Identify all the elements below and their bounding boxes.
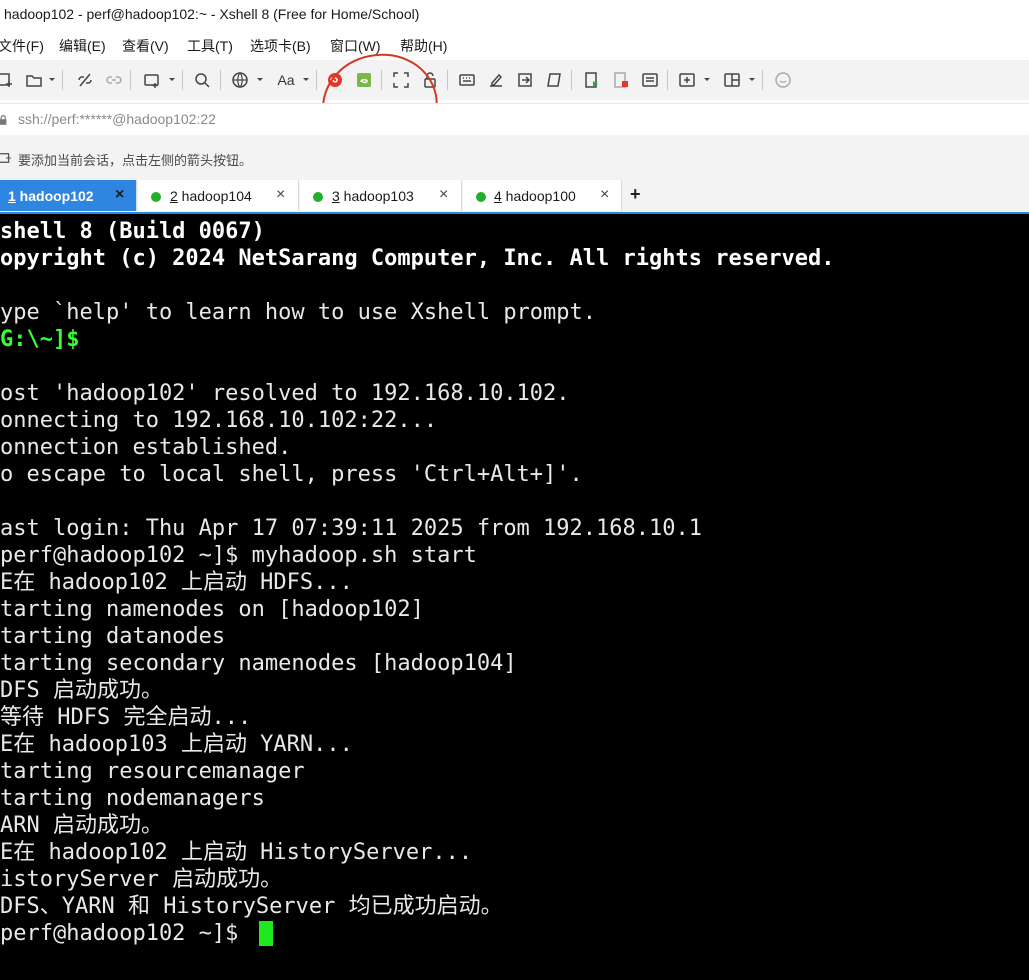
terminal-line: DFS 启动成功。 [0,678,163,703]
terminal-line: tarting datanodes [0,624,226,649]
menu-tabs[interactable]: 选项卡(B) [250,36,311,56]
menu-help[interactable]: 帮助(H) [400,36,447,56]
disconnect-icon[interactable] [73,68,97,92]
terminal-line: tarting secondary namenodes [hadoop104] [0,651,517,676]
add-panel-icon[interactable] [675,68,699,92]
terminal-line: opyright (c) 2024 NetSarang Computer, In… [0,246,835,271]
tab-hadoop102[interactable]: 1 hadoop102 × [0,180,137,211]
chat-icon[interactable] [771,68,795,92]
open-dropdown-icon[interactable] [48,68,56,92]
new-window-dropdown-icon[interactable] [168,68,176,92]
terminal-line: onnection established. [0,435,292,460]
layout-icon[interactable] [720,68,744,92]
window-titlebar: hadoop102 - perf@hadoop102:~ - Xshell 8 … [0,0,1029,30]
lock-icon[interactable] [418,68,442,92]
address-bar[interactable]: ssh://perf:******@hadoop102:22 [0,103,1029,136]
tab-label: 2 hadoop104 [170,188,252,204]
status-dot-icon [476,192,486,202]
address-input[interactable]: ssh://perf:******@hadoop102:22 [18,111,216,127]
session-hint-text: 要添加当前会话，点击左侧的箭头按钮。 [18,153,253,168]
terminal-line: o escape to local shell, press 'Ctrl+Alt… [0,462,583,487]
terminal-line: 等待 HDFS 完全启动... [0,705,252,730]
new-window-icon[interactable] [140,68,164,92]
compose-icon[interactable] [484,68,508,92]
terminal-cursor [259,921,273,946]
tab-close-icon[interactable]: × [439,186,448,204]
terminal-line: tarting resourcemanager [0,759,305,784]
address-lock-icon [0,113,8,131]
window-title: hadoop102 - perf@hadoop102:~ - Xshell 8 … [4,6,420,22]
log-icon[interactable] [609,68,633,92]
tab-close-icon[interactable]: × [115,186,124,204]
tab-label: 3 hadoop103 [332,188,414,204]
status-dot-icon [313,192,323,202]
tab-label: 4 hadoop100 [494,188,576,204]
terminal-output[interactable]: shell 8 (Build 0067) opyright (c) 2024 Ne… [0,214,1029,980]
tab-close-icon[interactable]: × [600,186,609,204]
new-tab-button[interactable]: + [630,184,641,205]
terminal-line: E在 hadoop102 上启动 HDFS... [0,570,353,595]
menu-tools[interactable]: 工具(T) [187,36,233,56]
search-icon[interactable] [190,68,214,92]
menu-view[interactable]: 查看(V) [122,36,169,56]
globe-icon[interactable] [228,68,252,92]
terminal-line: E在 hadoop103 上启动 YARN... [0,732,353,757]
terminal-line: E在 hadoop102 上启动 HistoryServer... [0,840,473,865]
menu-edit[interactable]: 编辑(E) [59,36,106,56]
keyboard-icon[interactable] [455,68,479,92]
menu-file[interactable]: 文件(F) [0,36,44,56]
menu-bar: 文件(F) 编辑(E) 查看(V) 工具(T) 选项卡(B) 窗口(W) 帮助(… [0,30,1029,60]
terminal-line: onnecting to 192.168.10.102:22... [0,408,438,433]
xftp-icon[interactable] [323,68,347,92]
new-session-icon[interactable] [0,68,16,92]
status-dot-icon [151,192,161,202]
terminal-line: DFS、YARN 和 HistoryServer 均已成功启动。 [0,894,503,919]
add-panel-dropdown-icon[interactable] [703,68,711,92]
session-hint-bar: 要添加当前会话，点击左侧的箭头按钮。 [0,135,1029,179]
terminal-line: istoryServer 启动成功。 [0,867,283,892]
send-icon[interactable] [513,68,537,92]
font-icon[interactable]: Aa [273,68,299,92]
toolbar: Aa [0,60,1029,100]
reconnect-icon[interactable] [102,68,126,92]
tab-close-icon[interactable]: × [276,186,285,204]
font-dropdown-icon[interactable] [302,68,310,92]
notes-icon[interactable] [638,68,662,92]
terminal-line: tarting namenodes on [hadoop102] [0,597,424,622]
tab-hadoop103[interactable]: 3 hadoop103 × [300,180,462,211]
terminal-line: ARN 启动成功。 [0,813,163,838]
terminal-line: ast login: Thu Apr 17 07:39:11 2025 from… [0,516,702,541]
terminal-line: perf@hadoop102 ~]$ myhadoop.sh start [0,543,477,568]
script-icon[interactable] [542,68,566,92]
terminal-line: ost 'hadoop102' resolved to 192.168.10.1… [0,381,570,406]
terminal-line: perf@hadoop102 ~]$ [0,921,252,946]
tab-label: 1 hadoop102 [8,188,94,204]
menu-window[interactable]: 窗口(W) [330,36,381,56]
terminal-line: shell 8 (Build 0067) [0,219,265,244]
terminal-line: G:\~]$ [0,327,80,352]
globe-dropdown-icon[interactable] [256,68,264,92]
fullscreen-icon[interactable] [389,68,413,92]
tab-hadoop100[interactable]: 4 hadoop100 × [463,180,622,211]
layout-dropdown-icon[interactable] [748,68,756,92]
terminal-line: tarting nodemanagers [0,786,265,811]
add-session-arrow-icon[interactable] [0,151,12,169]
session-tabs: 1 hadoop102 × 2 hadoop104 × 3 hadoop103 … [0,179,1029,212]
tab-hadoop104[interactable]: 2 hadoop104 × [138,180,299,211]
xftp-green-icon[interactable] [352,68,376,92]
terminal-line: ype `help' to learn how to use Xshell pr… [0,300,597,325]
open-folder-icon[interactable] [22,68,46,92]
run-script-icon[interactable] [580,68,604,92]
